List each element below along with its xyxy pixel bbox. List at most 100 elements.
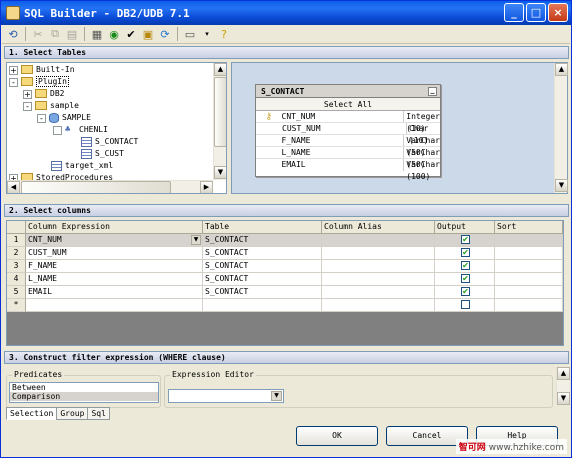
cell-expression[interactable]: EMAIL	[26, 286, 203, 299]
table-column-row[interactable]: F_NAME VarChar (50)	[256, 135, 440, 157]
filter-vertical-scrollbar[interactable]: ▲ ▼	[556, 367, 570, 405]
cell-output[interactable]: ✔	[435, 234, 495, 247]
header-sort[interactable]: Sort	[495, 221, 563, 234]
list-item[interactable]: In	[10, 401, 158, 402]
cell-table[interactable]: S_CONTACT	[203, 234, 322, 247]
scroll-up-icon[interactable]: ▲	[557, 367, 570, 380]
cell-sort[interactable]	[495, 260, 563, 273]
copy-icon[interactable]: ⧉	[48, 27, 62, 41]
tab-sql[interactable]: Sql	[87, 407, 110, 420]
scroll-right-icon[interactable]: ▶	[200, 181, 213, 193]
tree-item-sample[interactable]: - sample	[23, 100, 79, 112]
collapse-icon[interactable]: -	[9, 78, 18, 87]
scroll-down-icon[interactable]: ▼	[214, 166, 226, 179]
table-column-row[interactable]: ⚷ CNT_NUM Integer (10)	[256, 111, 440, 133]
chevron-down-icon[interactable]: ▼	[271, 391, 282, 401]
view-icon[interactable]: ▭	[183, 27, 197, 41]
dropdown-icon[interactable]: ▾	[200, 27, 214, 41]
list-item[interactable]: Between	[10, 383, 158, 392]
cell-output[interactable]: ✔	[435, 247, 495, 260]
scroll-thumb[interactable]	[214, 77, 226, 147]
list-item[interactable]: Comparison	[10, 392, 158, 401]
predicates-list[interactable]: Between Comparison In	[9, 382, 159, 403]
tree-item-sample-db[interactable]: - SAMPLE	[37, 112, 91, 124]
select-all-button[interactable]: Select All	[256, 98, 440, 111]
cell-table[interactable]: S_CONTACT	[203, 260, 322, 273]
column-expression-select[interactable]: CNT_NUM ▼	[26, 234, 203, 247]
title-bar[interactable]: SQL Builder - DB2/UDB 7.1 _ □ ×	[1, 1, 571, 25]
cell-alias[interactable]	[322, 234, 435, 247]
cell-output[interactable]: ✔	[435, 286, 495, 299]
minimize-button[interactable]: _	[504, 3, 524, 22]
scroll-thumb[interactable]	[21, 181, 171, 193]
tree-item-built-in[interactable]: + Built-In	[9, 64, 75, 76]
cell-sort[interactable]	[495, 299, 563, 312]
cell-sort[interactable]	[495, 234, 563, 247]
header-column-expression[interactable]: Column Expression	[26, 221, 203, 234]
cell-alias[interactable]	[322, 273, 435, 286]
output-checkbox[interactable]: ✔	[461, 235, 470, 244]
cell-expression[interactable]: L_NAME	[26, 273, 203, 286]
table-column-row[interactable]: EMAIL VarChar (100)	[256, 159, 440, 181]
table-row[interactable]: 1 CNT_NUM ▼ S_CONTACT ✔	[7, 234, 563, 247]
output-checkbox[interactable]: ✔	[461, 274, 470, 283]
paste-icon[interactable]: ▤	[65, 27, 79, 41]
collapse-icon[interactable]: -	[37, 114, 46, 123]
tree-item-s-cust[interactable]: S_CUST	[81, 148, 124, 160]
cell-table[interactable]	[203, 299, 322, 312]
scroll-up-icon[interactable]: ▲	[555, 63, 568, 76]
canvas-vertical-scrollbar[interactable]: ▲ ▼	[554, 63, 568, 193]
cut-icon[interactable]: ✂	[31, 27, 45, 41]
cell-alias[interactable]	[322, 286, 435, 299]
table-column-row[interactable]: L_NAME VarChar (50)	[256, 147, 440, 169]
cell-table[interactable]: S_CONTACT	[203, 286, 322, 299]
header-table[interactable]: Table	[203, 221, 322, 234]
table-box-s-contact[interactable]: S_CONTACT _ Select All ⚷ CNT_NUM Integer…	[255, 84, 441, 181]
header-column-alias[interactable]: Column Alias	[322, 221, 435, 234]
expression-editor-combo[interactable]: ▼	[168, 389, 284, 403]
close-button[interactable]: ×	[548, 3, 568, 22]
diagram-canvas[interactable]: S_CONTACT _ Select All ⚷ CNT_NUM Integer…	[231, 62, 568, 194]
dropdown-arrow-icon[interactable]: ▼	[191, 235, 201, 245]
expand-icon[interactable]: +	[23, 90, 32, 99]
scroll-down-icon[interactable]: ▼	[557, 392, 570, 405]
cell-alias[interactable]	[322, 247, 435, 260]
table-column-row[interactable]: CUST_NUM Char (10)	[256, 123, 440, 145]
output-checkbox[interactable]: ✔	[461, 248, 470, 257]
tree-item-plugin[interactable]: - PlugIn	[9, 76, 69, 88]
cell-output[interactable]: ✔	[435, 260, 495, 273]
cell-sort[interactable]	[495, 247, 563, 260]
properties-icon[interactable]: ▦	[90, 27, 104, 41]
table-row[interactable]: 2 CUST_NUM S_CONTACT ✔	[7, 247, 563, 260]
cell-expression[interactable]	[26, 299, 203, 312]
output-checkbox[interactable]: ✔	[461, 261, 470, 270]
tree-horizontal-scrollbar[interactable]: ◀ ▶	[7, 180, 213, 193]
scroll-left-icon[interactable]: ◀	[7, 181, 20, 193]
run-icon[interactable]: ◉	[107, 27, 121, 41]
cell-sort[interactable]	[495, 273, 563, 286]
maximize-button[interactable]: □	[526, 3, 546, 22]
cell-expression[interactable]: CUST_NUM	[26, 247, 203, 260]
ok-button[interactable]: OK	[296, 426, 378, 446]
sync-icon[interactable]: ⟳	[158, 27, 172, 41]
cell-table[interactable]: S_CONTACT	[203, 273, 322, 286]
refresh-icon[interactable]: ⟲	[6, 27, 20, 41]
minimize-icon[interactable]: _	[428, 87, 437, 96]
output-checkbox[interactable]: ✔	[461, 287, 470, 296]
scroll-down-icon[interactable]: ▼	[555, 179, 568, 192]
table-row[interactable]: 3 F_NAME S_CONTACT ✔	[7, 260, 563, 273]
scroll-up-icon[interactable]: ▲	[214, 63, 226, 76]
output-checkbox[interactable]	[461, 300, 470, 309]
collapse-icon[interactable]	[53, 126, 62, 135]
header-output[interactable]: Output	[435, 221, 495, 234]
help-icon[interactable]: ?	[217, 27, 231, 41]
table-row[interactable]: 4 L_NAME S_CONTACT ✔	[7, 273, 563, 286]
cell-output[interactable]	[435, 299, 495, 312]
tab-selection[interactable]: Selection	[6, 407, 58, 420]
tree-item-s-contact[interactable]: S_CONTACT	[81, 136, 138, 148]
image-icon[interactable]: ▣	[141, 27, 155, 41]
cell-alias[interactable]	[322, 260, 435, 273]
cell-output[interactable]: ✔	[435, 273, 495, 286]
expand-icon[interactable]: +	[9, 66, 18, 75]
cell-expression[interactable]: F_NAME	[26, 260, 203, 273]
